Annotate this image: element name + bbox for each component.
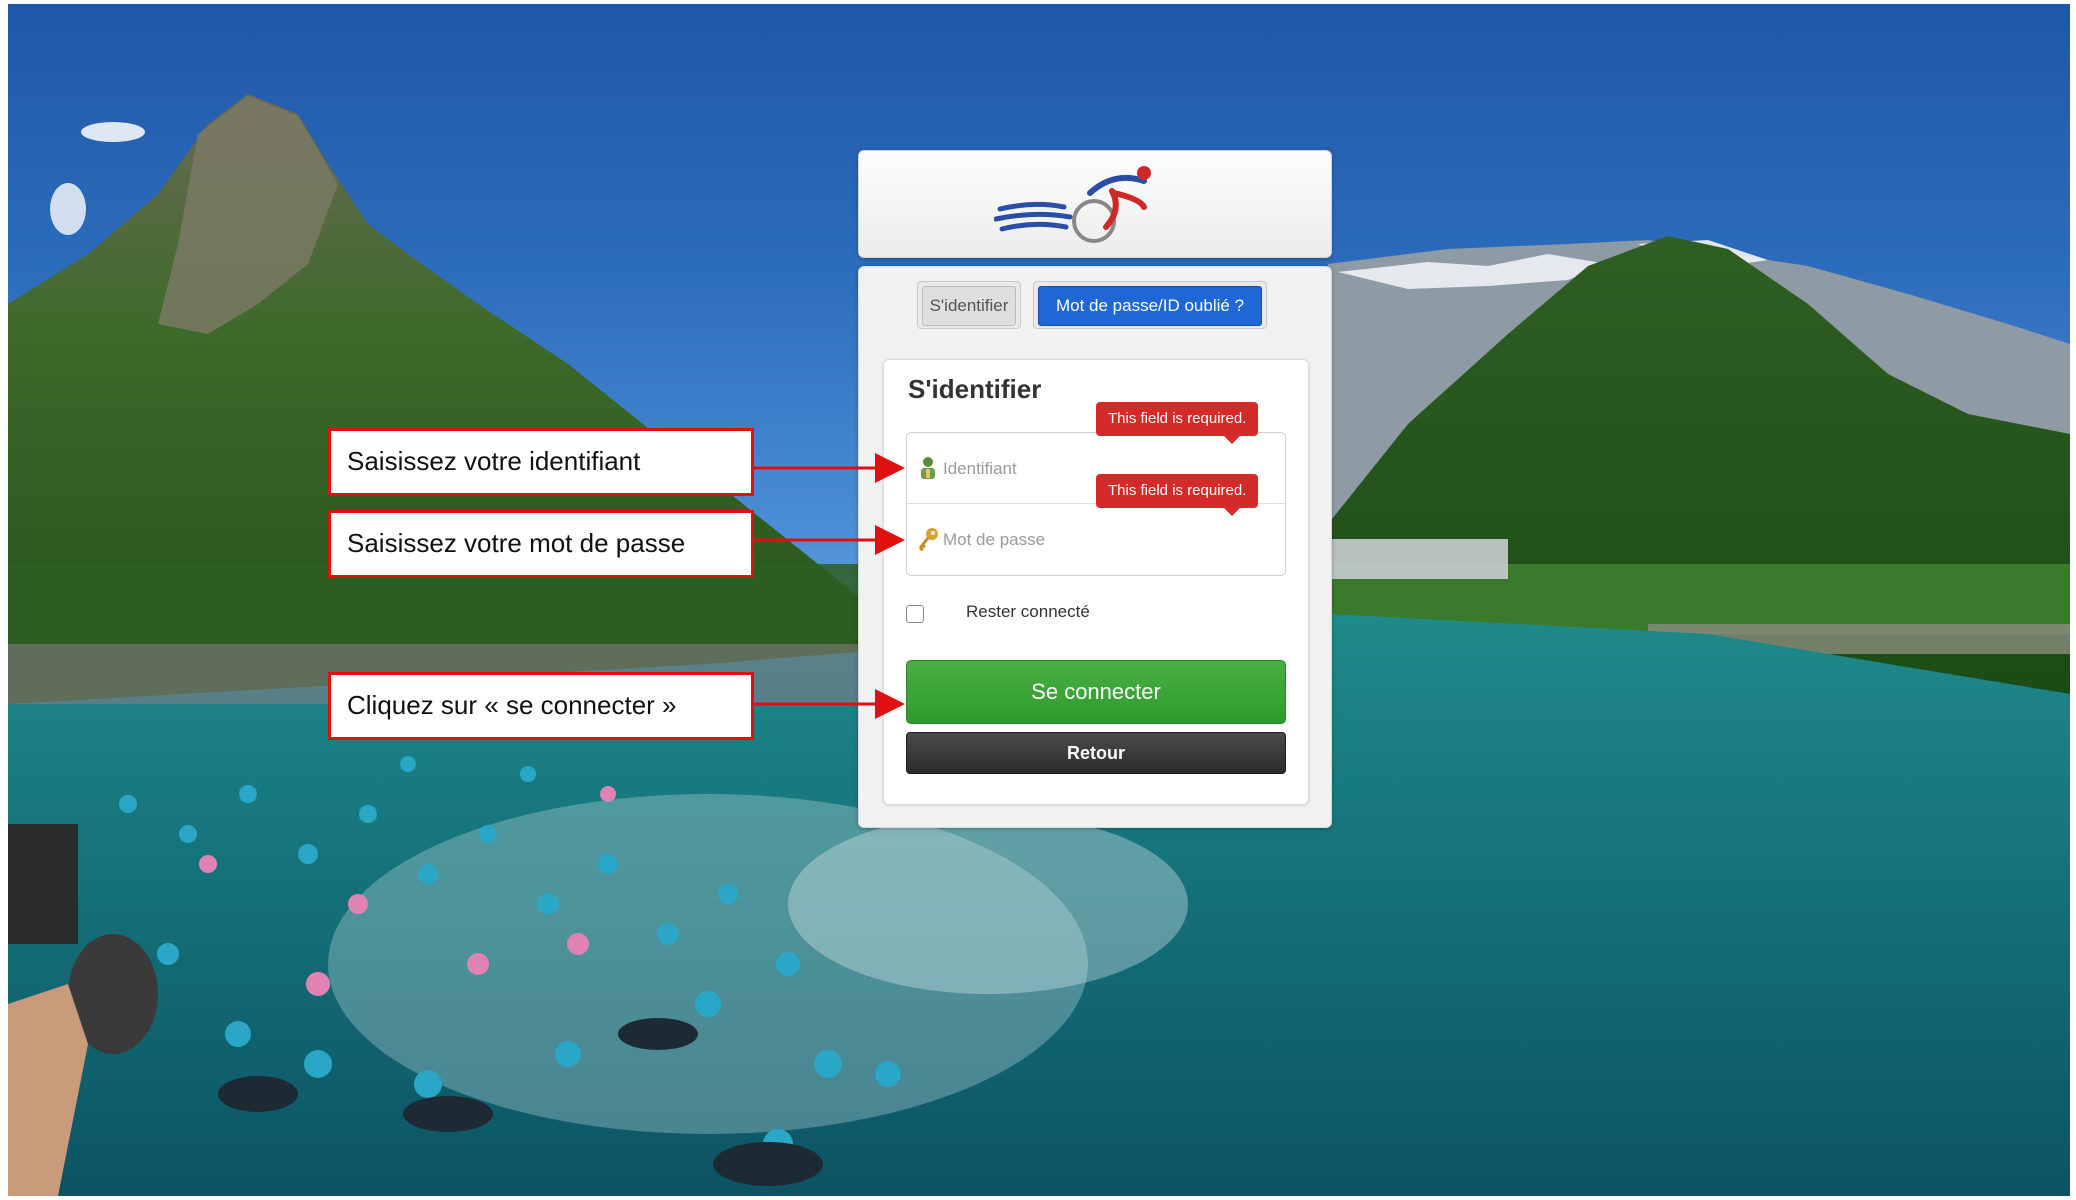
callout-arrows [754,453,905,719]
